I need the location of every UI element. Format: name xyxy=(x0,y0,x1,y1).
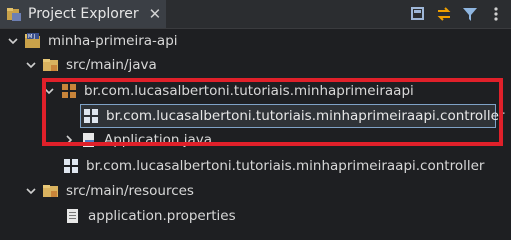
tree-item-label: br.com.lucasalbertoni.tutoriais.minhapri… xyxy=(86,158,485,174)
tree-item-package-main[interactable]: br.com.lucasalbertoni.tutoriais.minhapri… xyxy=(0,79,511,103)
java-file-icon xyxy=(80,131,98,149)
tree-item-label: src/main/java xyxy=(66,57,157,73)
tree-item-package-controller-selected[interactable]: br.com.lucasalbertoni.tutoriais.minhapri… xyxy=(0,104,511,128)
view-toolbar xyxy=(409,4,505,24)
view-title: Project Explorer xyxy=(28,6,139,22)
package-icon xyxy=(62,157,80,175)
tree-item-package-controller[interactable]: br.com.lucasalbertoni.tutoriais.minhapri… xyxy=(0,154,511,178)
tree-item-label: br.com.lucasalbertoni.tutoriais.minhapri… xyxy=(84,83,414,99)
package-icon xyxy=(60,82,78,100)
view-menu-icon[interactable] xyxy=(487,5,505,23)
close-icon[interactable]: ✕ xyxy=(149,6,162,22)
tree-item-project[interactable]: M J minha-primeira-api xyxy=(0,29,511,53)
tree-item-application-java[interactable]: Application.java xyxy=(0,128,511,152)
tree-item-label: Application.java xyxy=(104,132,213,148)
tree-item-label: src/main/resources xyxy=(66,183,194,199)
link-with-editor-icon[interactable] xyxy=(435,5,453,23)
view-titlebar: Project Explorer ✕ xyxy=(0,0,511,29)
filter-icon[interactable] xyxy=(461,5,479,23)
tree-item-label: application.properties xyxy=(88,208,236,224)
tree-item-application-properties[interactable]: application.properties xyxy=(0,204,511,228)
tree-item-label: br.com.lucasalbertoni.tutoriais.minhapri… xyxy=(106,108,505,124)
expanded-chevron-icon[interactable] xyxy=(24,58,38,72)
tab-project-explorer[interactable]: Project Explorer ✕ xyxy=(0,0,166,28)
expanded-chevron-icon[interactable] xyxy=(24,184,38,198)
collapse-all-icon[interactable] xyxy=(409,5,427,23)
expanded-chevron-icon[interactable] xyxy=(42,84,56,98)
package-icon xyxy=(82,107,100,125)
properties-file-icon xyxy=(64,207,82,225)
source-folder-icon xyxy=(42,182,60,200)
project-explorer-icon xyxy=(6,6,22,22)
tree-item-label: minha-primeira-api xyxy=(48,33,178,49)
svg-text:M J: M J xyxy=(28,34,35,40)
tree-item-src-main-resources[interactable]: src/main/resources xyxy=(0,179,511,203)
tree-item-src-main-java[interactable]: src/main/java xyxy=(0,53,511,77)
source-folder-icon xyxy=(42,56,60,74)
expanded-chevron-icon[interactable] xyxy=(6,34,20,48)
maven-project-icon: M J xyxy=(24,32,42,50)
collapsed-chevron-icon[interactable] xyxy=(62,133,76,147)
